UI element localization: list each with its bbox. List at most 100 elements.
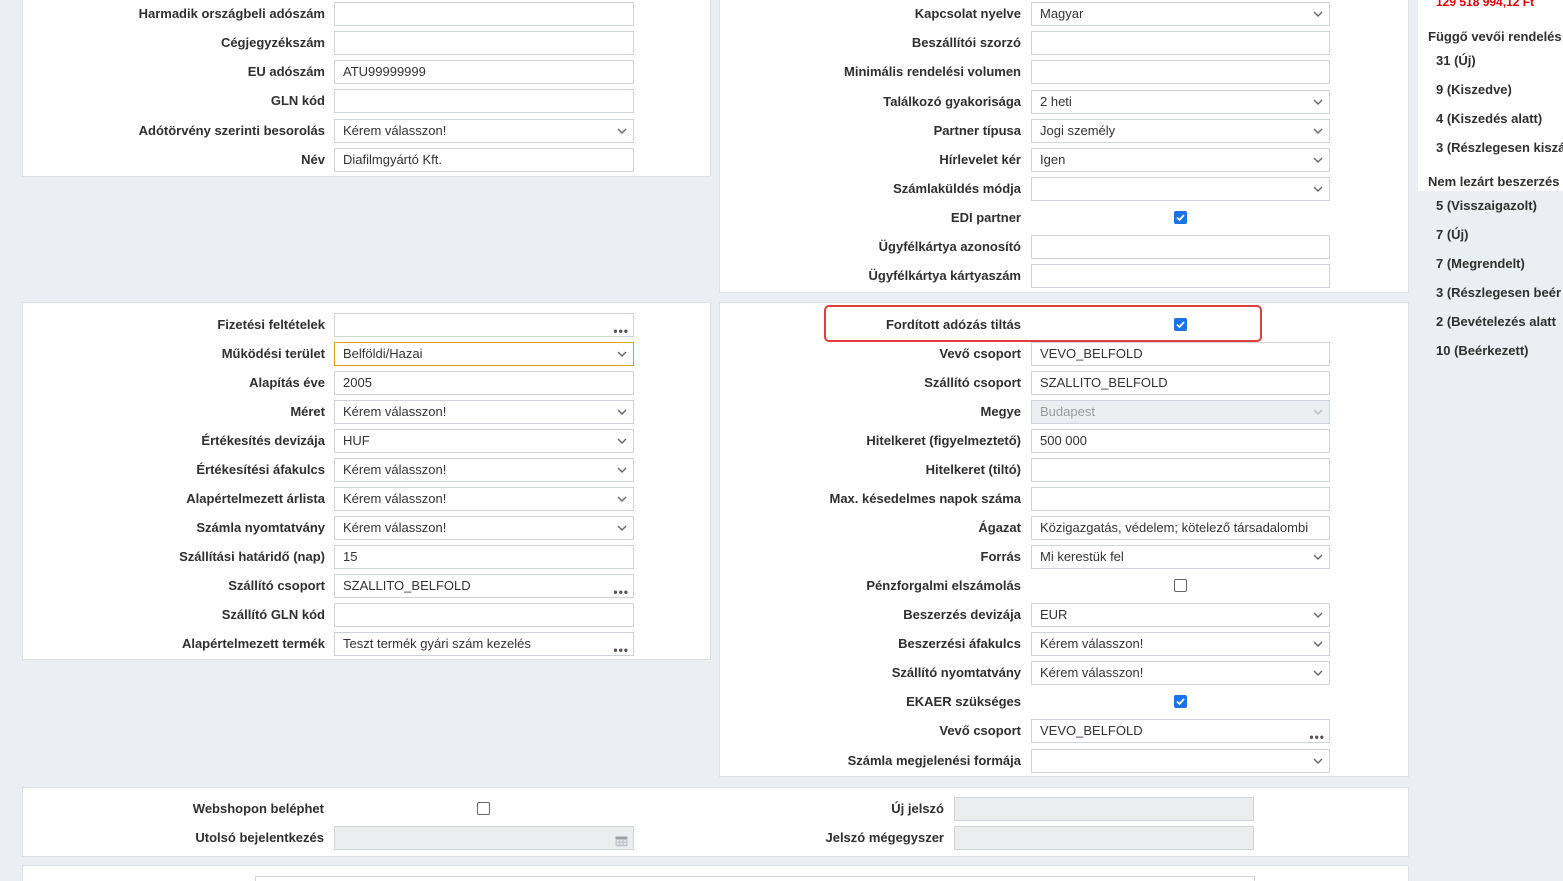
founding-year-input[interactable]: 2005: [334, 371, 634, 395]
pending-order-item[interactable]: 3 (Részlegesen kiszá: [1436, 140, 1563, 155]
meeting-frequency-value: 2 heti: [1040, 94, 1072, 109]
min-order-volume-input[interactable]: [1031, 60, 1330, 84]
name-input[interactable]: Diafilmgyártó Kft.: [334, 148, 634, 172]
chevron-down-icon: [617, 437, 627, 445]
customer-group-2-input[interactable]: VEVO_BELFOLD •••: [1031, 719, 1330, 743]
open-purchase-item[interactable]: 3 (Részlegesen beér: [1436, 285, 1561, 300]
supplier-form-select[interactable]: Kérem válasszon!: [1031, 661, 1330, 685]
payment-terms-input[interactable]: •••: [334, 313, 634, 337]
pending-orders-heading: Függő vevői rendelés: [1428, 29, 1562, 44]
customer-group-input[interactable]: VEVO_BELFOLD: [1031, 342, 1330, 366]
open-purchase-item[interactable]: 10 (Beérkezett): [1436, 343, 1529, 358]
loyalty-card-number-input[interactable]: [1031, 264, 1330, 288]
company-registry-label: Cégjegyzékszám: [220, 35, 325, 50]
partner-type-select[interactable]: Jogi személy: [1031, 119, 1330, 143]
edi-partner-label: EDI partner: [950, 210, 1021, 225]
supplier-group-input[interactable]: SZALLITO_BELFOLD: [1031, 371, 1330, 395]
chevron-down-icon: [617, 127, 627, 135]
new-password-input[interactable]: [954, 797, 1254, 821]
default-pricelist-value: Kérem válasszon!: [343, 491, 447, 506]
size-label: Méret: [290, 404, 325, 419]
tax-classification-select[interactable]: Kérem válasszon!: [334, 119, 634, 143]
source-select[interactable]: Mi kerestük fel: [1031, 545, 1330, 569]
edi-partner-checkbox[interactable]: [1174, 211, 1187, 224]
credit-limit-block-label: Hitelkeret (tiltó): [925, 462, 1021, 477]
max-overdue-days-label: Max. késedelmes napok száma: [829, 491, 1022, 506]
invoice-form-value: Kérem válasszon!: [343, 520, 447, 535]
industry-select[interactable]: Közigazgatás, védelem; kötelező társadal…: [1031, 516, 1330, 540]
invoice-sending-label: Számlaküldés módja: [893, 181, 1021, 196]
third-country-tax-label: Harmadik országbeli adószám: [138, 6, 325, 21]
meeting-frequency-label: Találkozó gyakorisága: [883, 94, 1021, 109]
default-product-input[interactable]: Teszt termék gyári szám kezelés •••: [334, 632, 634, 656]
sales-currency-label: Értékesítés devizája: [201, 433, 325, 448]
open-purchase-item[interactable]: 5 (Visszaigazolt): [1436, 198, 1537, 213]
company-registry-input[interactable]: [334, 31, 634, 55]
calendar-icon[interactable]: [615, 832, 628, 849]
pending-order-item[interactable]: 9 (Kiszedve): [1436, 82, 1512, 97]
sales-currency-select[interactable]: HUF: [334, 429, 634, 453]
cash-accounting-checkbox[interactable]: [1174, 579, 1187, 592]
eu-tax-label: EU adószám: [247, 64, 325, 79]
pending-order-item[interactable]: 4 (Kiszedés alatt): [1436, 111, 1542, 126]
contact-language-select[interactable]: Magyar: [1031, 2, 1330, 26]
sales-vat-select[interactable]: Kérem válasszon!: [334, 458, 634, 482]
open-purchase-item[interactable]: 2 (Bevételezés alatt: [1436, 314, 1556, 329]
county-select: Budapest: [1031, 400, 1330, 424]
sales-currency-value: HUF: [343, 433, 370, 448]
default-pricelist-select[interactable]: Kérem válasszon!: [334, 487, 634, 511]
partner-settings-panel: Kapcsolat nyelve Magyar Beszállítói szor…: [719, 0, 1409, 293]
invoice-form-select[interactable]: Kérem válasszon!: [334, 516, 634, 540]
sales-settings-panel: Fizetési feltételek ••• Működési terület…: [22, 302, 711, 660]
max-overdue-days-input[interactable]: [1031, 487, 1330, 511]
purchase-currency-label: Beszerzés devizája: [903, 607, 1021, 622]
min-order-volume-label: Minimális rendelési volumen: [844, 64, 1021, 79]
bottom-input[interactable]: [255, 876, 1255, 881]
size-select[interactable]: Kérem válasszon!: [334, 400, 634, 424]
pending-order-item[interactable]: 31 (Új): [1436, 53, 1476, 68]
ekaer-checkbox[interactable]: [1174, 695, 1187, 708]
operating-area-value: Belföldi/Hazai: [343, 346, 423, 361]
customer-group-label: Vevő csoport: [939, 346, 1021, 361]
purchase-vat-select[interactable]: Kérem válasszon!: [1031, 632, 1330, 656]
operating-area-select[interactable]: Belföldi/Hazai: [334, 342, 634, 366]
reverse-charge-ban-checkbox[interactable]: [1174, 318, 1187, 331]
chevron-down-icon: [1313, 611, 1323, 619]
delivery-deadline-input[interactable]: 15: [334, 545, 634, 569]
credit-limit-warning-input[interactable]: 500 000: [1031, 429, 1330, 453]
chevron-down-icon: [617, 408, 627, 416]
more-dots-icon[interactable]: •••: [613, 320, 629, 336]
third-country-tax-input[interactable]: [334, 2, 634, 26]
credit-limit-block-input[interactable]: [1031, 458, 1330, 482]
meeting-frequency-select[interactable]: 2 heti: [1031, 90, 1330, 114]
confirm-password-input[interactable]: [954, 826, 1254, 850]
supplier-gln-input[interactable]: [334, 603, 634, 627]
eu-tax-input[interactable]: ATU99999999: [334, 60, 634, 84]
open-purchase-item[interactable]: 7 (Új): [1436, 227, 1469, 242]
loyalty-card-id-input[interactable]: [1031, 235, 1330, 259]
open-purchase-item[interactable]: 7 (Megrendelt): [1436, 256, 1525, 271]
invoice-sending-select[interactable]: [1031, 177, 1330, 201]
reverse-charge-ban-label: Fordított adózás tiltás: [885, 317, 1021, 332]
supplier-form-label: Szállító nyomtatvány: [891, 665, 1021, 680]
partner-type-label: Partner típusa: [933, 123, 1021, 138]
invoice-display-select[interactable]: [1031, 749, 1330, 773]
supplier-group-input[interactable]: SZALLITO_BELFOLD •••: [334, 574, 634, 598]
purchase-currency-select[interactable]: EUR: [1031, 603, 1330, 627]
webshop-login-checkbox[interactable]: [477, 802, 490, 815]
webshop-login-label: Webshopon beléphet: [192, 801, 324, 816]
company-ids-panel: Harmadik országbeli adószám Cégjegyzéksz…: [22, 0, 711, 177]
newsletter-select[interactable]: Igen: [1031, 148, 1330, 172]
new-password-label: Új jelszó: [891, 801, 944, 816]
right-sidebar: 129 518 994,12 Ft Függő vevői rendelés 3…: [1418, 0, 1563, 881]
default-product-label: Alapértelmezett termék: [181, 636, 325, 651]
chevron-down-icon: [1313, 10, 1323, 18]
more-dots-icon[interactable]: •••: [613, 581, 629, 597]
supplier-multiplier-input[interactable]: [1031, 31, 1330, 55]
contact-language-label: Kapcsolat nyelve: [914, 6, 1021, 21]
more-dots-icon[interactable]: •••: [613, 639, 629, 655]
gln-input[interactable]: [334, 89, 634, 113]
county-value: Budapest: [1040, 404, 1095, 419]
more-dots-icon[interactable]: •••: [1309, 726, 1325, 742]
purchase-vat-label: Beszerzési áfakulcs: [898, 636, 1021, 651]
